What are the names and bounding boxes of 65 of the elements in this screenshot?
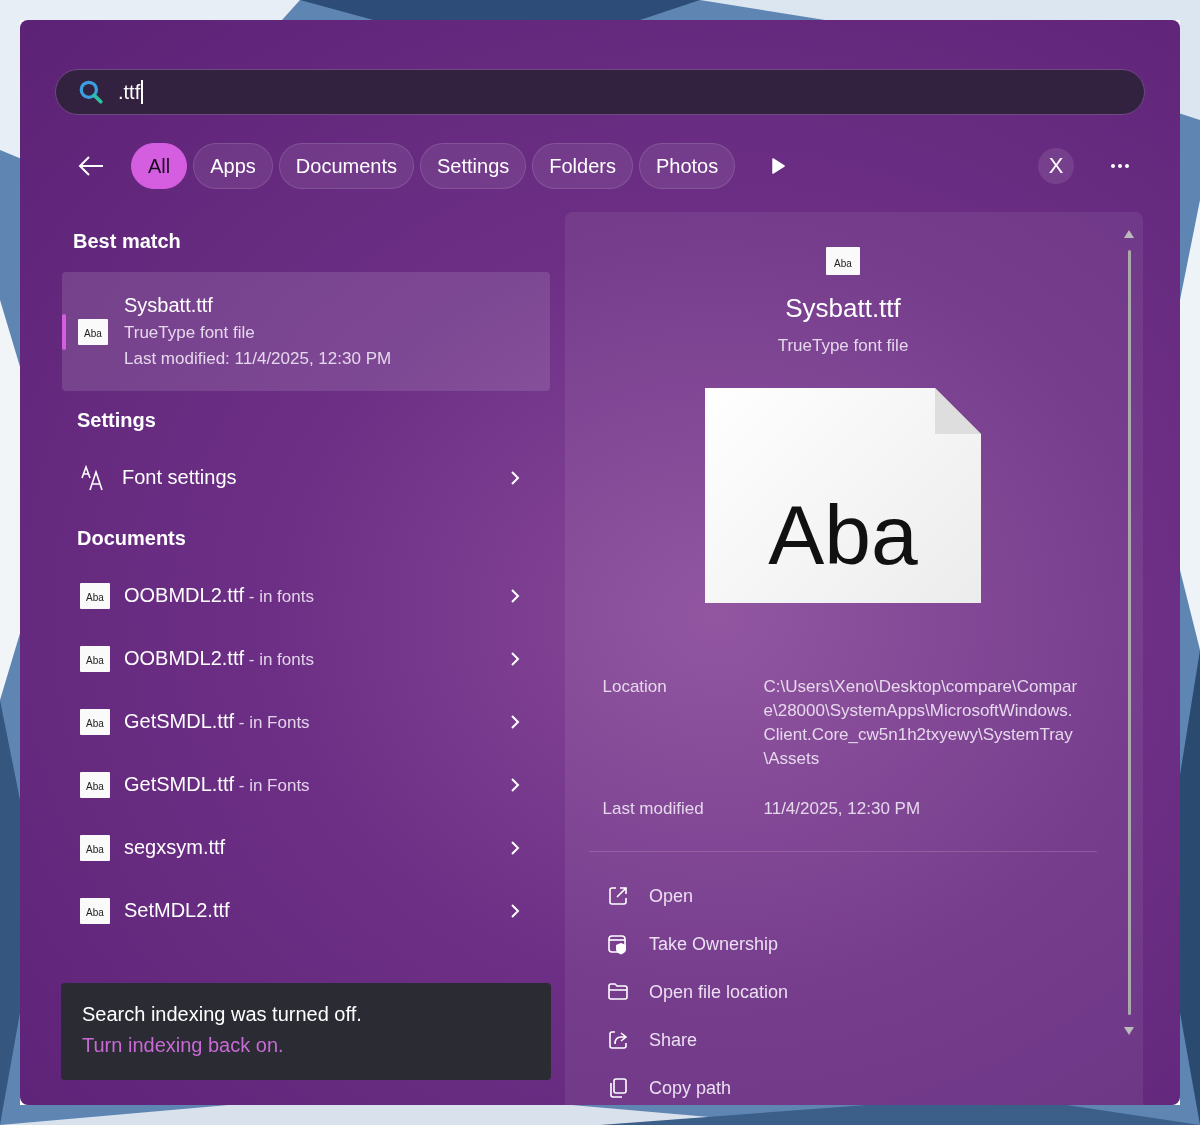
result-type: TrueType font file [124, 323, 256, 343]
copy-icon [607, 1077, 629, 1099]
font-file-icon: Aba [80, 897, 110, 924]
font-file-icon: Aba [80, 771, 110, 798]
filter-tab[interactable]: Folders [532, 143, 633, 189]
section-heading: Best match [72, 229, 182, 254]
font-file-icon: Aba [826, 247, 860, 275]
share-icon [607, 1029, 629, 1051]
preview-subtitle: TrueType font file [777, 336, 909, 356]
folder-icon [607, 981, 629, 1003]
section-heading: Settings [76, 408, 157, 433]
page-fold-icon [935, 388, 981, 434]
detail-value: 11/4/2025, 12:30 PM [763, 798, 922, 821]
document-result[interactable]: Aba GetSMDL.ttf - in Fonts [62, 690, 550, 753]
document-result[interactable]: Aba OOBMDL2.ttf - in fonts [62, 564, 550, 627]
chevron-icon [510, 650, 520, 667]
action-item[interactable]: Take Ownership [589, 920, 1097, 968]
chevron-icon [510, 839, 520, 856]
filter-tab[interactable]: Photos [638, 143, 736, 189]
detail-label: Last modified [602, 798, 705, 821]
font-file-icon: Aba [78, 318, 108, 345]
result-name: Sysbatt.ttf [124, 294, 214, 317]
settings-result[interactable]: Font settings [62, 446, 550, 509]
result-modified: Last modified: 11/4/2025, 12:30 PM [124, 349, 392, 369]
chevron-icon [510, 713, 520, 730]
document-result[interactable]: Aba GetSMDL.ttf - in Fonts [62, 753, 550, 816]
scroll-up-icon[interactable] [1124, 230, 1134, 238]
external-link-icon [607, 885, 629, 907]
search-field[interactable]: .ttf [55, 69, 1145, 115]
font-file-preview: Aba [705, 388, 981, 604]
action-item[interactable]: Copy path [589, 1064, 1097, 1105]
font-file-icon: Aba [80, 708, 110, 735]
detail-label: Location [602, 676, 668, 699]
chevron-icon [510, 902, 520, 919]
search-icon [78, 79, 104, 105]
scroll-down-icon[interactable] [1124, 1027, 1134, 1035]
filter-tab[interactable]: Settings [420, 143, 527, 189]
shield-window-icon [607, 933, 629, 955]
document-result[interactable]: Aba OOBMDL2.ttf - in fonts [62, 627, 550, 690]
best-match-item[interactable]: Aba Sysbatt.ttf TrueType font file Last modified: 11/4/2025, 12:30 PM [62, 272, 550, 391]
more-icon[interactable] [1110, 163, 1130, 169]
action-item[interactable]: Open [589, 872, 1097, 920]
filter-tab[interactable]: Documents [278, 143, 414, 189]
account-button[interactable]: X [1038, 148, 1074, 184]
play-icon[interactable] [771, 158, 786, 174]
font-file-icon: Aba [80, 834, 110, 861]
scroll-thumb[interactable] [1127, 250, 1131, 1015]
back-arrow-icon[interactable] [77, 154, 105, 178]
chevron-icon [510, 469, 520, 486]
preview-title: Sysbatt.ttf [785, 293, 901, 324]
document-result[interactable]: Aba segxsym.ttf [62, 816, 550, 879]
section-heading: Documents [76, 526, 187, 551]
filter-tab[interactable]: Apps [193, 143, 273, 189]
action-item[interactable]: Open file location [589, 968, 1097, 1016]
toast-message: Search indexing was turned off. [82, 1003, 363, 1026]
filter-tab[interactable]: All [131, 143, 188, 189]
font-file-icon: Aba [80, 582, 110, 609]
detail-value: C:\Users\Xeno\Desktop\compare\Compare\28000\SystemApps\MicrosoftWindows.Client.Core_cw5n1h2txyewy\SystemTray\Assets [763, 676, 1079, 771]
selection-accent [62, 314, 66, 350]
action-item[interactable]: Share [589, 1016, 1097, 1064]
indexing-link[interactable]: Turn indexing back on. [82, 1034, 530, 1057]
document-result[interactable]: Aba SetMDL2.ttf [62, 879, 550, 942]
font-file-icon: Aba [80, 645, 110, 672]
chevron-icon [510, 776, 520, 793]
chevron-icon [510, 587, 520, 604]
